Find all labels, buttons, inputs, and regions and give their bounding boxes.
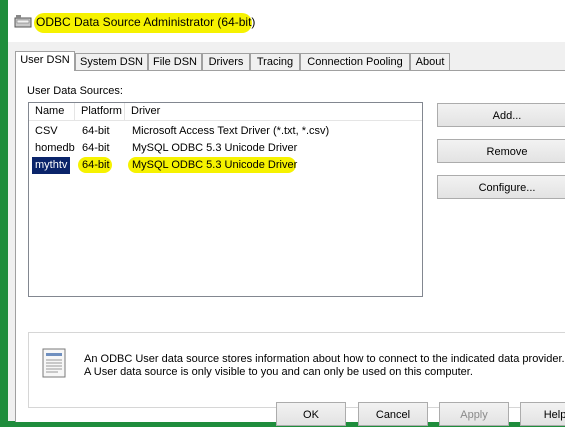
data-sources-list[interactable]: Name Platform Driver CSV 64-bit Microsof… <box>28 102 423 297</box>
row-name: mythtv <box>32 157 71 174</box>
column-header-platform[interactable]: Platform <box>75 103 125 120</box>
tab-drivers[interactable]: Drivers <box>202 53 250 70</box>
user-dsn-panel: User Data Sources: Name Platform Driver … <box>15 70 565 422</box>
row-platform: 64-bit <box>82 159 110 171</box>
window-title: ODBC Data Source Administrator (64-bit) <box>36 15 256 29</box>
dialog-body: User DSN System DSN File DSN Drivers Tra… <box>8 42 565 426</box>
odbc-window: ODBC Data Source Administrator (64-bit) … <box>8 0 565 426</box>
tab-system-dsn[interactable]: System DSN <box>75 53 148 70</box>
list-item[interactable]: CSV 64-bit Microsoft Access Text Driver … <box>29 123 422 140</box>
info-box: An ODBC User data source stores informat… <box>28 332 565 408</box>
tab-connection-pooling[interactable]: Connection Pooling <box>300 53 410 70</box>
row-name: homedb <box>35 142 75 154</box>
apply-button[interactable]: Apply <box>439 402 509 426</box>
cancel-button[interactable]: Cancel <box>358 402 428 426</box>
configure-button[interactable]: Configure... <box>437 175 565 199</box>
document-icon <box>42 348 66 378</box>
user-data-sources-label: User Data Sources: <box>27 85 123 97</box>
list-item-selected[interactable]: mythtv 64-bit MySQL ODBC 5.3 Unicode Dri… <box>29 157 422 174</box>
list-item[interactable]: homedb 64-bit MySQL ODBC 5.3 Unicode Dri… <box>29 140 422 157</box>
row-platform: 64-bit <box>82 142 110 154</box>
tab-about[interactable]: About <box>410 53 450 70</box>
tab-tracing[interactable]: Tracing <box>250 53 300 70</box>
list-header: Name Platform Driver <box>29 103 422 121</box>
database-icon <box>14 15 32 28</box>
ok-button[interactable]: OK <box>276 402 346 426</box>
tab-user-dsn[interactable]: User DSN <box>15 51 75 71</box>
row-driver: Microsoft Access Text Driver (*.txt, *.c… <box>132 125 330 137</box>
row-platform: 64-bit <box>82 125 110 137</box>
title-bar[interactable]: ODBC Data Source Administrator (64-bit) <box>8 0 565 42</box>
row-driver: MySQL ODBC 5.3 Unicode Driver <box>132 159 298 171</box>
column-header-name[interactable]: Name <box>29 103 75 120</box>
column-header-driver[interactable]: Driver <box>125 103 422 120</box>
info-description: An ODBC User data source stores informat… <box>84 353 565 378</box>
add-button[interactable]: Add... <box>437 103 565 127</box>
row-name: CSV <box>35 125 58 137</box>
help-button[interactable]: Help <box>520 402 565 426</box>
remove-button[interactable]: Remove <box>437 139 565 163</box>
tab-file-dsn[interactable]: File DSN <box>148 53 202 70</box>
row-driver: MySQL ODBC 5.3 Unicode Driver <box>132 142 298 154</box>
